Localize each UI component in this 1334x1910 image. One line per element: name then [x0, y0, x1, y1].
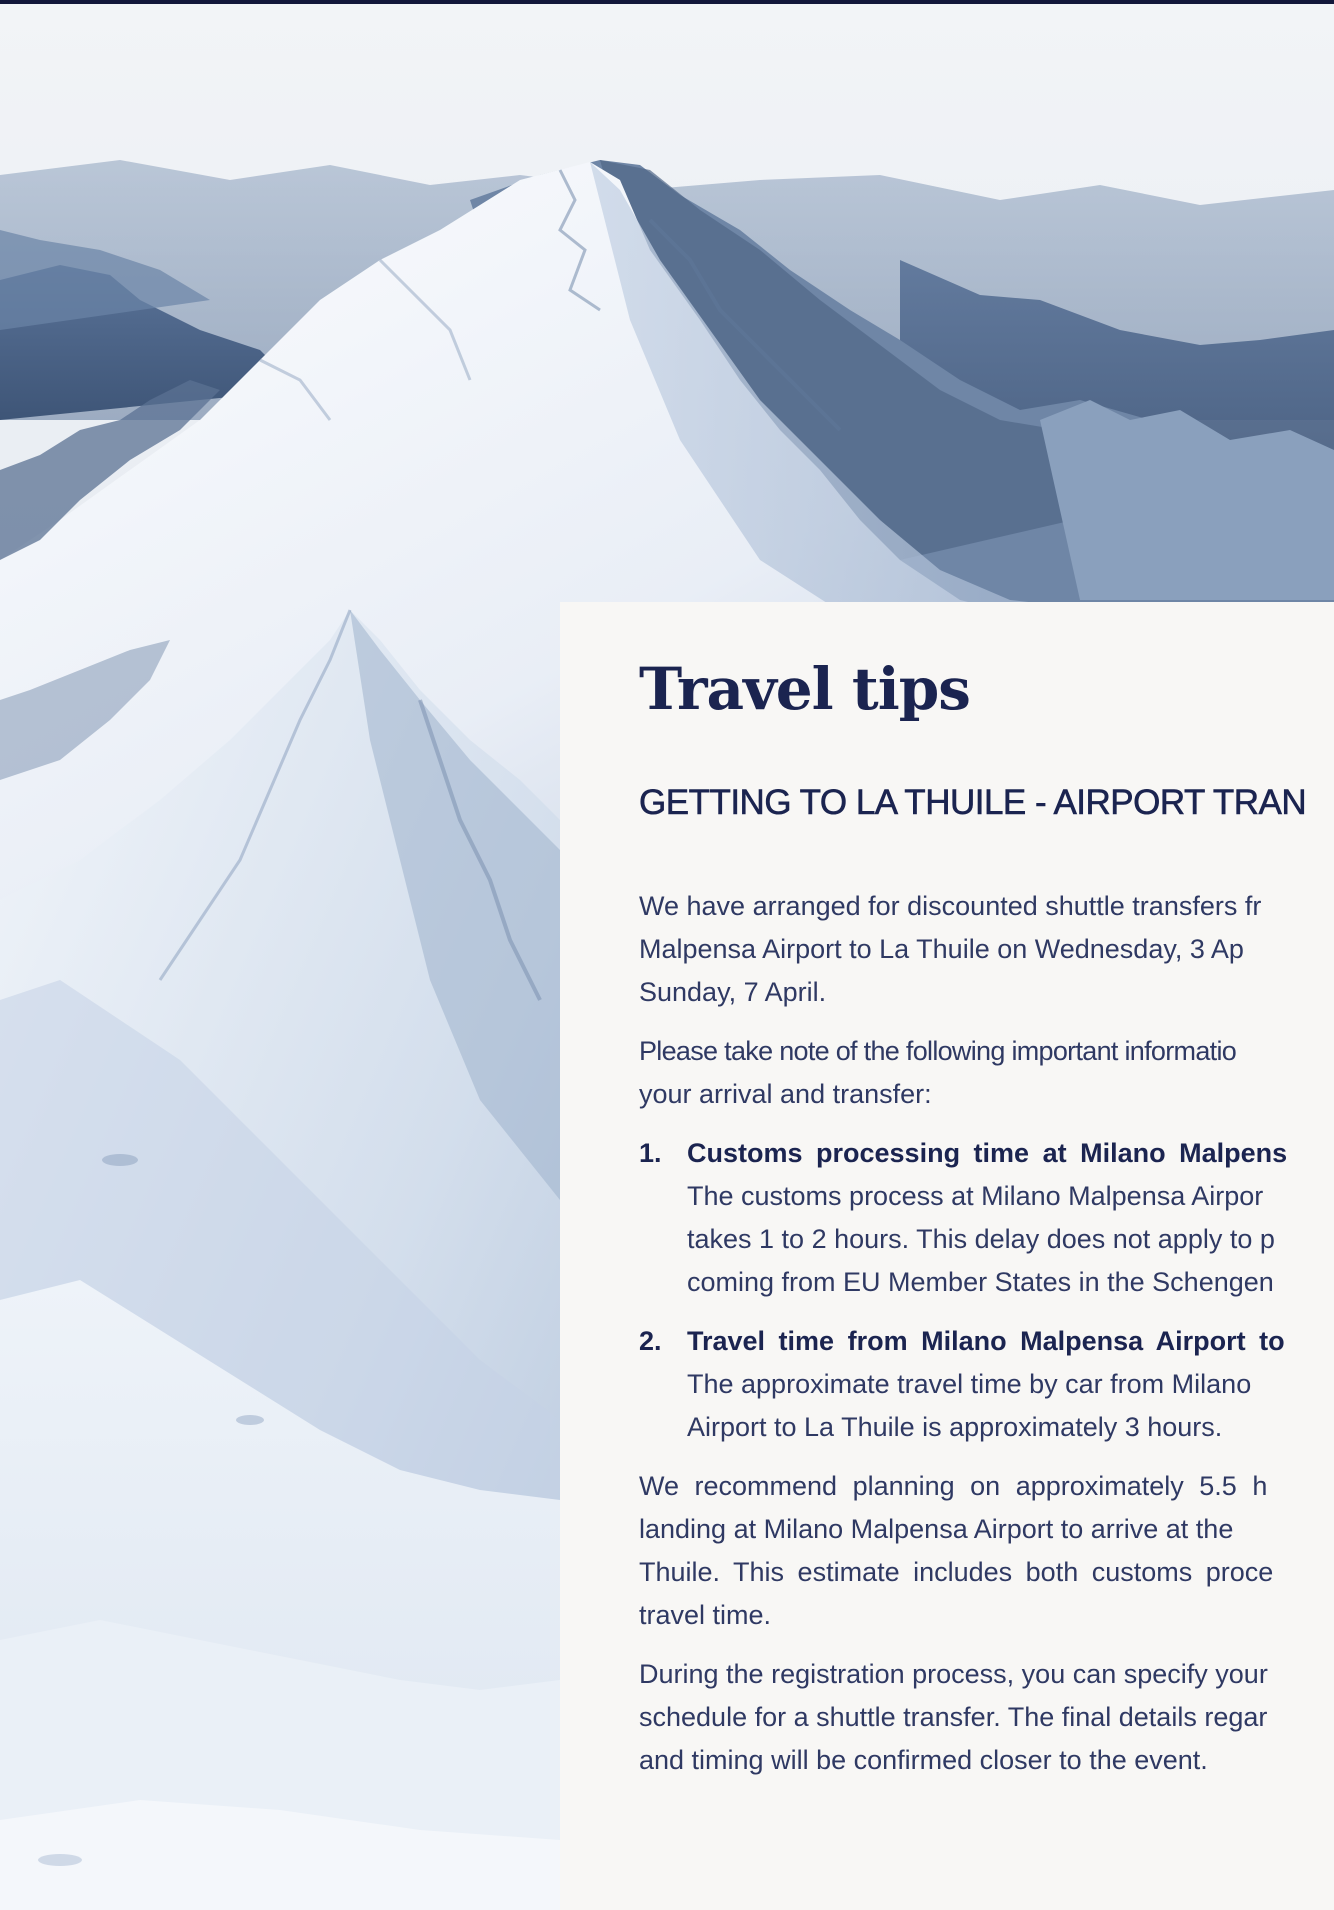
list-item-body-line: The customs process at Milano Malpensa A… [687, 1181, 1264, 1211]
page-title: Travel tips [639, 655, 971, 723]
list-item-body-line: takes 1 to 2 hours. This delay does not … [687, 1224, 1275, 1254]
travel-tips-content: Travel tips GETTING TO LA THUILE - AIRPO… [639, 649, 1334, 1782]
recommendation-line: travel time. [639, 1600, 772, 1630]
list-item-body-line: Airport to La Thuile is approximately 3 … [687, 1412, 1223, 1442]
travel-tips-panel: Travel tips GETTING TO LA THUILE - AIRPO… [560, 602, 1334, 1910]
list-item-body-line: The approximate travel time by car from … [687, 1369, 1252, 1399]
list-item: 2. Travel time from Milano Malpensa Airp… [639, 1320, 1334, 1449]
list-item-number: 1. [639, 1138, 662, 1168]
registration-paragraph: During the registration process, you can… [639, 1653, 1334, 1782]
list-item-heading: Travel time from Milano Malpensa Airport… [687, 1326, 1285, 1356]
note-paragraph: Please take note of the following import… [639, 1030, 1334, 1116]
note-line: your arrival and transfer: [639, 1079, 932, 1109]
recommendation-line: Thuile. This estimate includes both cust… [639, 1557, 1274, 1587]
note-line: Please take note of the following import… [639, 1036, 1237, 1066]
registration-line: During the registration process, you can… [639, 1659, 1268, 1689]
info-list: 1. Customs processing time at Milano Mal… [639, 1132, 1334, 1449]
intro-line: Sunday, 7 April. [639, 977, 827, 1007]
intro-paragraph: We have arranged for discounted shuttle … [639, 885, 1334, 1014]
list-item-body: The customs process at Milano Malpensa A… [687, 1175, 1334, 1304]
recommendation-paragraph: We recommend planning on approximately 5… [639, 1465, 1334, 1637]
intro-line: Malpensa Airport to La Thuile on Wednesd… [639, 934, 1244, 964]
list-item-body: The approximate travel time by car from … [687, 1363, 1334, 1449]
top-bar [0, 0, 1334, 4]
list-item-heading: Customs processing time at Milano Malpen… [687, 1138, 1288, 1168]
list-item-number: 2. [639, 1326, 662, 1356]
recommendation-line: landing at Milano Malpensa Airport to ar… [639, 1514, 1234, 1544]
section-heading: GETTING TO LA THUILE - AIRPORT TRAN [639, 783, 1307, 823]
intro-line: We have arranged for discounted shuttle … [639, 891, 1262, 921]
recommendation-line: We recommend planning on approximately 5… [639, 1471, 1268, 1501]
registration-line: schedule for a shuttle transfer. The fin… [639, 1702, 1268, 1732]
list-item-body-line: coming from EU Member States in the Sche… [687, 1267, 1274, 1297]
registration-line: and timing will be confirmed closer to t… [639, 1745, 1208, 1775]
list-item: 1. Customs processing time at Milano Mal… [639, 1132, 1334, 1304]
travel-tips-page: Travel tips GETTING TO LA THUILE - AIRPO… [0, 0, 1334, 1910]
